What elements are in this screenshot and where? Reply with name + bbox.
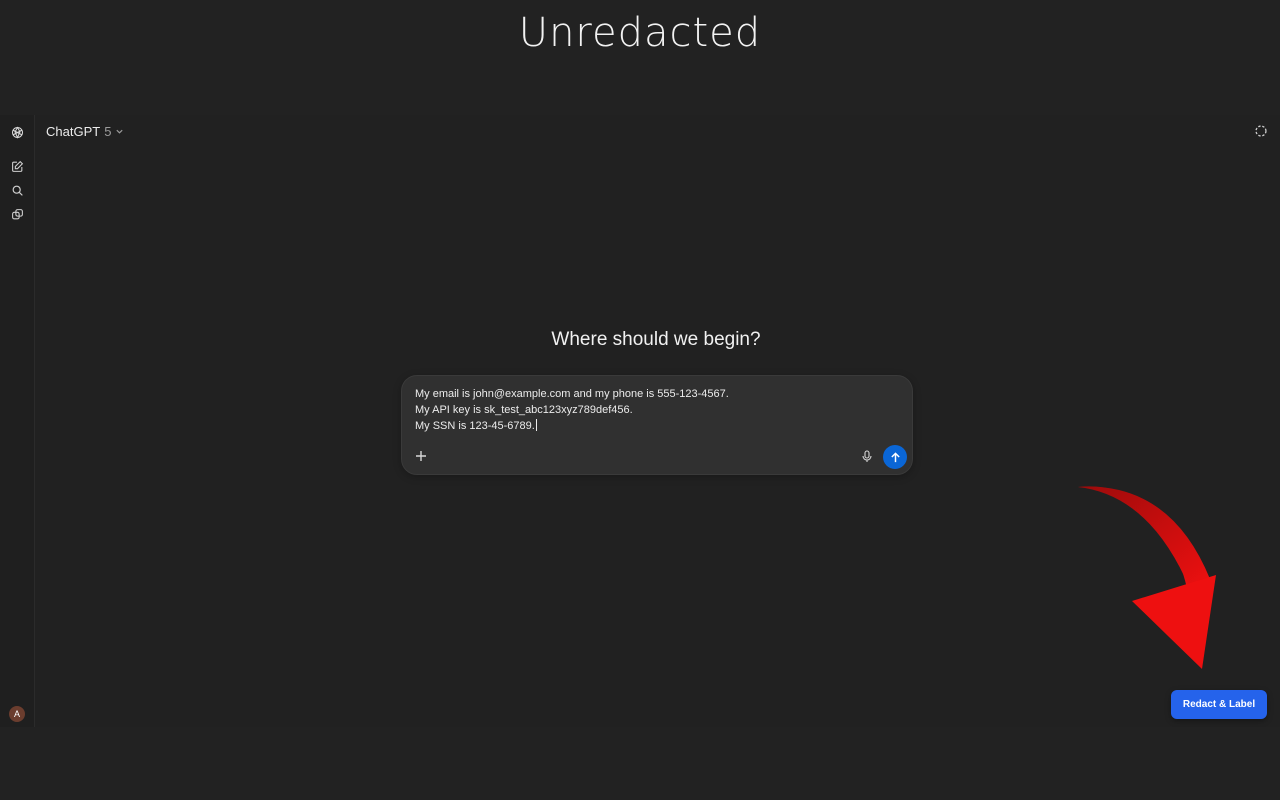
composer-input[interactable]: My email is john@example.com and my phon…	[415, 386, 895, 434]
composer-line: My SSN is 123-45-6789.	[415, 420, 535, 432]
library-icon	[11, 208, 23, 219]
temporary-chat-button[interactable]	[1254, 124, 1270, 140]
red-pointer-arrow-icon	[1078, 486, 1216, 669]
message-composer[interactable]: My email is john@example.com and my phon…	[401, 375, 913, 475]
sidebar-rail: A	[0, 115, 35, 727]
chevron-down-icon	[116, 129, 124, 134]
compose-icon	[11, 160, 23, 172]
dictate-button[interactable]	[860, 449, 874, 463]
text-caret	[535, 419, 537, 431]
composer-line: My API key is sk_test_abc123xyz789def456…	[415, 404, 633, 416]
openai-logo-icon[interactable]	[8, 123, 26, 141]
arrow-up-icon	[890, 451, 900, 462]
add-attachment-button[interactable]	[414, 449, 428, 463]
avatar[interactable]: A	[9, 706, 25, 722]
search-chats-button[interactable]	[8, 181, 26, 199]
new-chat-button[interactable]	[8, 157, 26, 175]
composer-line: My email is john@example.com and my phon…	[415, 388, 729, 400]
search-icon	[12, 185, 23, 196]
send-button[interactable]	[883, 445, 907, 469]
microphone-icon	[862, 449, 872, 462]
library-button[interactable]	[8, 205, 26, 223]
dashed-circle-icon	[1255, 125, 1267, 137]
model-picker[interactable]: ChatGPT 5	[46, 124, 124, 139]
redact-label-button[interactable]: Redact & Label	[1171, 690, 1267, 719]
model-version: 5	[104, 124, 112, 139]
plus-icon	[416, 451, 426, 461]
page-heading: Where should we begin?	[551, 329, 761, 350]
page-caption: Unredacted	[518, 10, 762, 56]
model-name: ChatGPT	[46, 124, 101, 139]
